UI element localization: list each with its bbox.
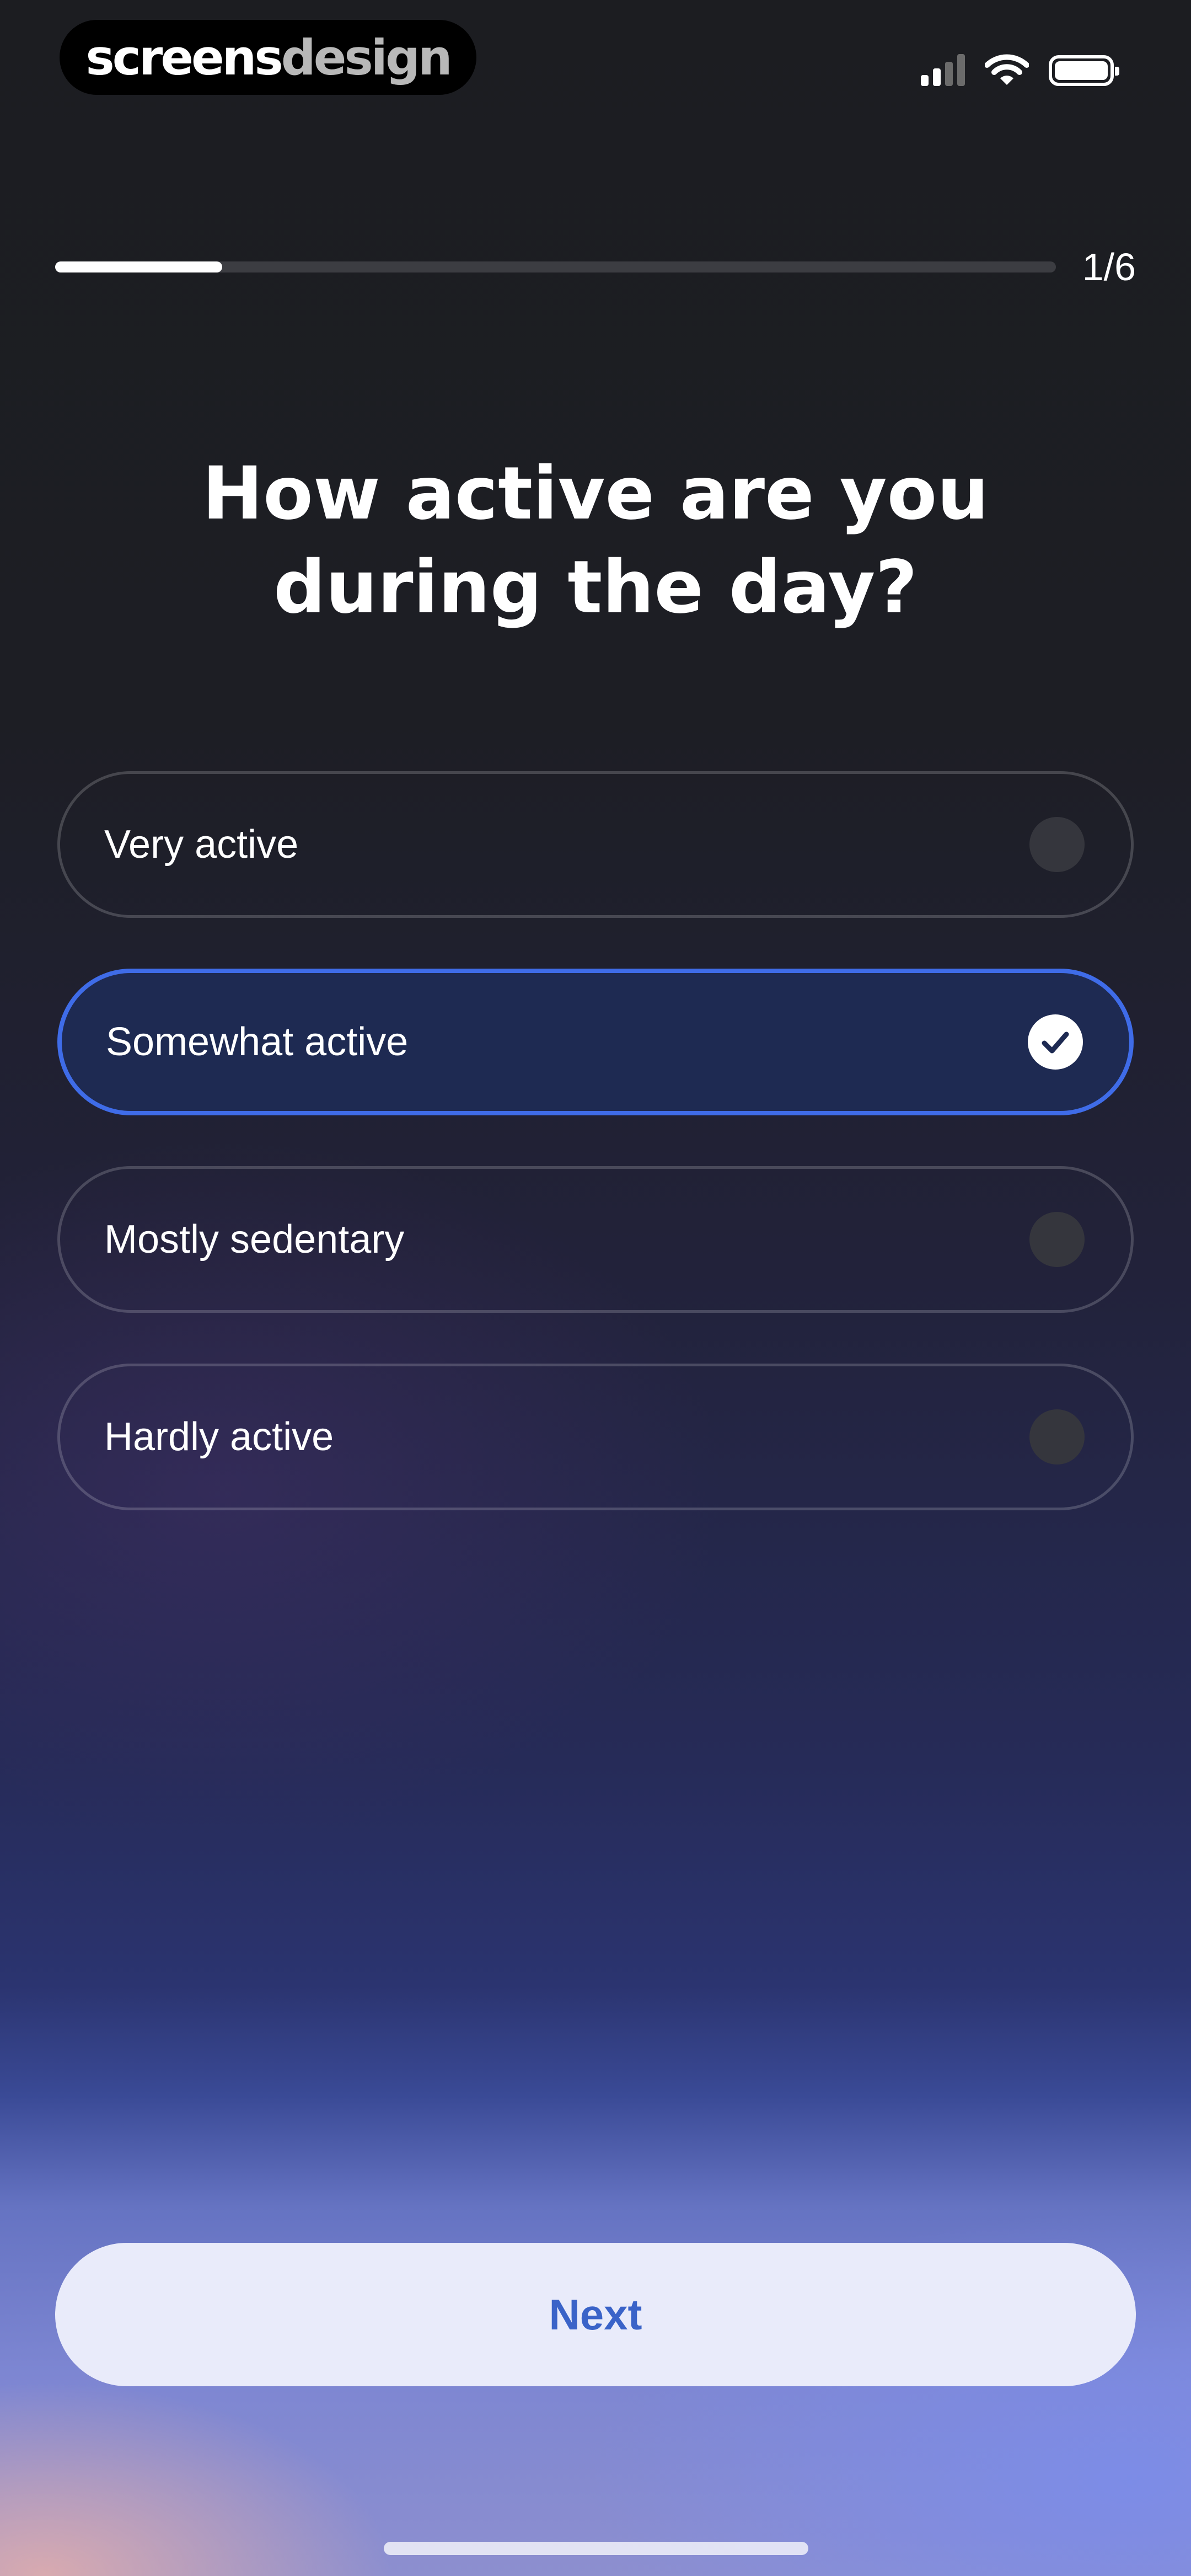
option-somewhat-active[interactable]: Somewhat active (57, 969, 1134, 1115)
logo-text-design: design (281, 29, 453, 86)
question-title: How active are you during the day? (202, 451, 989, 630)
cellular-signal-icon (921, 53, 965, 86)
battery-icon (1049, 55, 1119, 86)
option-mostly-sedentary[interactable]: Mostly sedentary (57, 1166, 1134, 1313)
wifi-icon (985, 54, 1029, 85)
option-very-active[interactable]: Very active (57, 771, 1134, 918)
option-label: Mostly sedentary (104, 1217, 405, 1262)
option-label: Somewhat active (106, 1020, 409, 1064)
logo-text-screens: screens (85, 29, 283, 86)
checkmark-icon[interactable] (1028, 1014, 1083, 1070)
next-button[interactable]: Next (55, 2243, 1136, 2386)
option-label: Hardly active (104, 1415, 334, 1459)
progress-step-label: 1/6 (1082, 245, 1136, 288)
option-hardly-active[interactable]: Hardly active (57, 1364, 1134, 1510)
status-bar-icons (921, 47, 1119, 86)
radio-unchecked-icon[interactable] (1029, 817, 1085, 872)
radio-unchecked-icon[interactable] (1029, 1212, 1085, 1267)
screensdesign-logo: screens design (60, 20, 476, 95)
option-label: Very active (104, 822, 299, 867)
radio-unchecked-icon[interactable] (1029, 1409, 1085, 1465)
progress-bar (55, 261, 1056, 272)
activity-options-list: Very active Somewhat active Mostly seden… (57, 771, 1134, 1561)
home-indicator (384, 2542, 808, 2555)
progress-bar-fill (55, 261, 223, 272)
